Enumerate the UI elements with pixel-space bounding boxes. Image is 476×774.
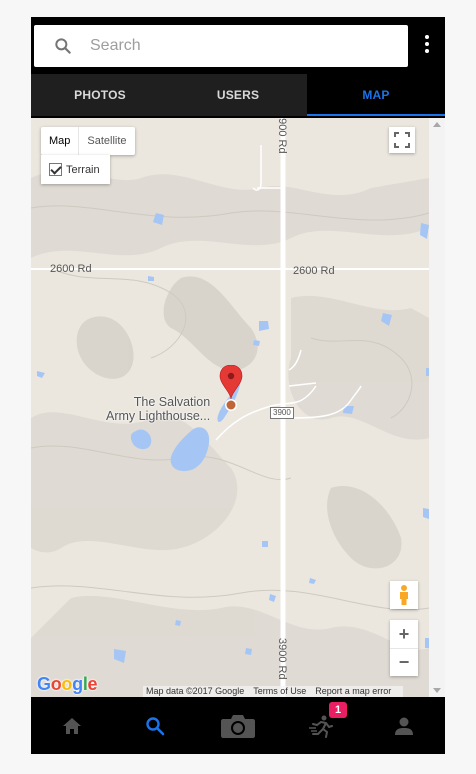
- place-label-line2: Army Lighthouse...: [106, 409, 211, 423]
- header: [31, 17, 445, 73]
- place-label[interactable]: The Salvation Army Lighthouse...: [106, 395, 210, 423]
- camera-icon: [220, 714, 255, 738]
- scroll-up-arrow[interactable]: [433, 122, 441, 127]
- map-attribution: Map data ©2017 Google Terms of Use Repor…: [143, 686, 404, 697]
- scrollbar[interactable]: [429, 118, 445, 697]
- fullscreen-button[interactable]: [389, 127, 415, 153]
- more-vert-icon[interactable]: [419, 35, 435, 57]
- bottom-navigation: [31, 697, 445, 754]
- person-icon: [394, 717, 413, 735]
- zoom-control: + −: [390, 620, 418, 676]
- zoom-out-button[interactable]: −: [390, 648, 418, 676]
- map-marker-icon[interactable]: [219, 365, 243, 415]
- scroll-down-arrow[interactable]: [433, 688, 441, 693]
- road-label-3900-top: 3900 Rd: [276, 118, 288, 154]
- tab-photos[interactable]: PHOTOS: [31, 74, 169, 116]
- map-type-map-button[interactable]: Map: [41, 127, 78, 155]
- app-frame: PHOTOS USERS MAP: [31, 17, 445, 754]
- map-type-satellite-button[interactable]: Satellite: [78, 127, 134, 155]
- street-view-pegman-button[interactable]: [390, 581, 418, 609]
- terrain-checkbox[interactable]: [49, 163, 62, 176]
- zoom-in-button[interactable]: +: [390, 620, 418, 648]
- search-input[interactable]: [90, 31, 390, 61]
- tab-map[interactable]: MAP: [307, 74, 445, 116]
- place-label-line1: The Salvation: [133, 395, 211, 409]
- map-type-control: Map Satellite: [41, 127, 135, 155]
- report-map-error-link[interactable]: Report a map error: [315, 686, 391, 697]
- nav-home[interactable]: [31, 697, 114, 754]
- nav-profile[interactable]: [362, 697, 445, 754]
- road-shield-3900: 3900: [270, 407, 294, 419]
- tab-users[interactable]: USERS: [169, 74, 307, 116]
- map-data-text: Map data ©2017 Google: [146, 686, 245, 696]
- search-icon: [146, 716, 165, 735]
- terms-of-use-link[interactable]: Terms of Use: [253, 686, 306, 697]
- pegman-icon: [400, 585, 408, 605]
- terrain-toggle[interactable]: Terrain: [41, 155, 110, 184]
- nav-search[interactable]: [114, 697, 197, 754]
- google-logo: Google: [37, 674, 98, 694]
- road-label-2600-right: 2600 Rd: [293, 265, 335, 277]
- road-label-2600-left: 2600 Rd: [50, 263, 92, 275]
- home-icon: [63, 717, 82, 734]
- fullscreen-icon: [394, 132, 410, 148]
- search-box[interactable]: [34, 25, 408, 67]
- road-label-3900-bottom: 3900 Rd: [276, 638, 288, 680]
- search-icon[interactable]: [53, 36, 73, 56]
- notification-badge: 1: [329, 702, 347, 718]
- nav-activity[interactable]: [279, 697, 362, 754]
- nav-camera[interactable]: [197, 697, 280, 754]
- tab-bar: PHOTOS USERS MAP: [31, 74, 445, 116]
- map-view[interactable]: 2600 Rd 2600 Rd 3900 Rd 3900 Rd 3900 The…: [31, 118, 429, 697]
- terrain-label: Terrain: [66, 163, 100, 176]
